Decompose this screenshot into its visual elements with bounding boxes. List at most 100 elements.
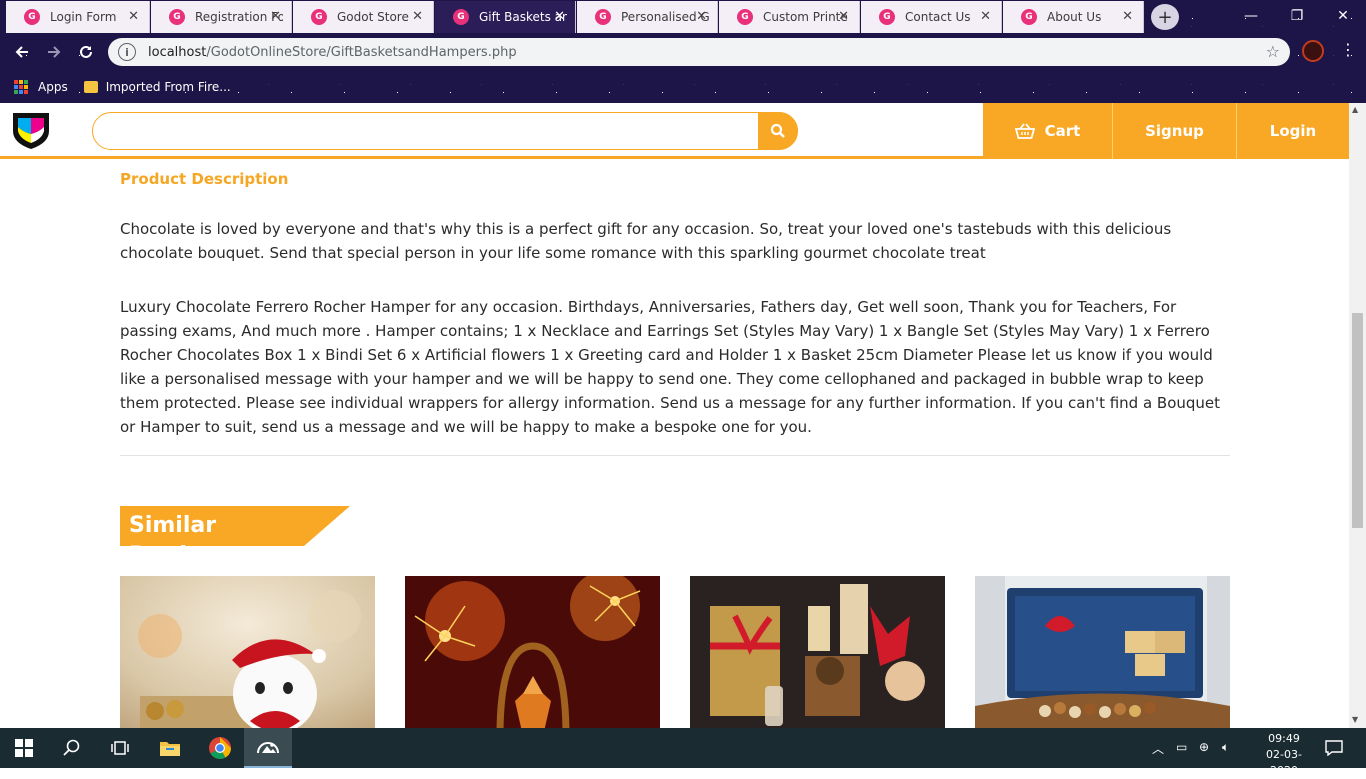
login-button[interactable]: Login: [1237, 103, 1349, 159]
bookmark-label: Imported From Fire...: [105, 79, 231, 94]
bookmark-label: Apps: [38, 79, 68, 94]
similar-products-banner: Similar Products: [120, 506, 350, 546]
tab-personalised-gifts[interactable]: G Personalised G ✕: [577, 1, 718, 33]
url-text: localhost/GodotOnlineStore/GiftBasketsan…: [148, 45, 517, 60]
product-details-paragraph: Luxury Chocolate Ferrero Rocher Hamper f…: [120, 298, 1221, 436]
cart-label: Cart: [1044, 122, 1081, 140]
site-info-icon[interactable]: i: [118, 43, 136, 61]
site-favicon-icon: G: [453, 9, 469, 25]
soan-papdi-dry-fruit-basket-image: [975, 576, 1230, 728]
battery-icon[interactable]: ▭: [1176, 740, 1187, 754]
godot-store-logo[interactable]: [10, 109, 52, 151]
bookmark-apps[interactable]: Apps: [14, 79, 68, 94]
tab-strip: G Login Form ✕ G Registration Fo ✕ G God…: [0, 0, 1366, 34]
back-arrow-icon[interactable]: [8, 38, 36, 66]
file-explorer-button[interactable]: [146, 728, 194, 768]
christmas-hamper-image: [690, 576, 945, 728]
url-path: /GodotOnlineStore/GiftBasketsandHampers.…: [206, 44, 517, 60]
basket-icon: [1014, 123, 1035, 139]
page-scrollbar[interactable]: ▲ ▼: [1349, 103, 1366, 728]
scroll-down-arrow-icon[interactable]: ▼: [1352, 715, 1358, 724]
browser-toolbar: i localhost/GodotOnlineStore/GiftBaskets…: [0, 34, 1366, 70]
tab-close-icon[interactable]: ✕: [554, 9, 565, 24]
bookmarks-bar: Apps Imported From Fire...: [0, 70, 1366, 103]
notification-icon: [1325, 740, 1343, 756]
clock-date: 02-03-2020: [1266, 748, 1302, 777]
site-favicon-icon: G: [24, 9, 40, 25]
close-window-button[interactable]: ✕: [1320, 0, 1366, 32]
tab-close-icon[interactable]: ✕: [838, 9, 849, 24]
tab-close-icon[interactable]: ✕: [980, 9, 991, 24]
tab-gift-baskets[interactable]: G Gift Baskets an ✕: [435, 1, 576, 33]
scroll-up-arrow-icon[interactable]: ▲: [1352, 105, 1358, 114]
minimize-button[interactable]: —: [1228, 0, 1274, 32]
search-button[interactable]: [758, 111, 798, 150]
sparkler-gift-basket-image: [405, 576, 660, 728]
tab-custom-printed[interactable]: G Custom Printe ✕: [719, 1, 860, 33]
cart-button[interactable]: Cart: [983, 103, 1113, 159]
task-view-button[interactable]: [96, 728, 144, 768]
system-clock[interactable]: 09:49 02-03-2020: [1262, 731, 1306, 779]
tab-title: Login Form: [50, 10, 117, 24]
reload-icon[interactable]: [72, 38, 100, 66]
tab-registration-form[interactable]: G Registration Fo ✕: [151, 1, 292, 33]
signup-label: Signup: [1145, 122, 1204, 140]
site-nav: Cart Signup Login: [983, 103, 1349, 159]
restore-button[interactable]: ❐: [1274, 0, 1320, 32]
action-center-button[interactable]: [1310, 728, 1358, 768]
search-icon: [63, 739, 80, 756]
volume-icon[interactable]: 🔈︎: [1222, 740, 1229, 755]
site-header: Cart Signup Login: [0, 103, 1349, 159]
site-favicon-icon: G: [879, 9, 895, 25]
chrome-icon: [209, 737, 231, 759]
signup-button[interactable]: Signup: [1113, 103, 1237, 159]
login-label: Login: [1269, 122, 1317, 140]
similar-product-card-2[interactable]: [405, 576, 660, 728]
scrollbar-thumb[interactable]: [1352, 313, 1363, 528]
tab-close-icon[interactable]: ✕: [696, 9, 707, 24]
url-host: localhost: [148, 44, 207, 60]
product-search-input[interactable]: [92, 111, 798, 150]
apps-grid-icon: [14, 79, 28, 94]
similar-product-card-1[interactable]: [120, 576, 375, 728]
site-favicon-icon: G: [311, 9, 327, 25]
forward-arrow-icon[interactable]: [40, 38, 68, 66]
site-favicon-icon: G: [169, 9, 185, 25]
task-view-icon: [111, 741, 129, 755]
browser-chrome: G Login Form ✕ G Registration Fo ✕ G God…: [0, 0, 1366, 103]
new-tab-button[interactable]: +: [1151, 4, 1179, 30]
file-explorer-icon: [160, 742, 180, 756]
section-divider: [120, 455, 1230, 456]
windows-start-button[interactable]: [0, 728, 48, 768]
profile-avatar[interactable]: [1302, 40, 1324, 62]
tab-contact-us[interactable]: G Contact Us ✕: [861, 1, 1002, 33]
site-favicon-icon: G: [737, 9, 753, 25]
tab-close-icon[interactable]: ✕: [128, 9, 139, 24]
browser-menu-icon[interactable]: ⋮: [1340, 40, 1356, 59]
chrome-taskbar-button[interactable]: [196, 728, 244, 768]
show-hidden-icons-chevron-icon[interactable]: ︿: [1152, 740, 1164, 757]
similar-product-card-3[interactable]: [690, 576, 945, 728]
similar-product-card-4[interactable]: [975, 576, 1230, 728]
tab-close-icon[interactable]: ✕: [270, 9, 281, 24]
clock-time: 09:49: [1268, 732, 1300, 745]
windows-logo-icon: [15, 739, 33, 757]
address-bar[interactable]: i localhost/GodotOnlineStore/GiftBaskets…: [108, 38, 1290, 66]
tab-godot-store[interactable]: G Godot Store ✕: [293, 1, 434, 33]
network-globe-icon[interactable]: ⊕: [1199, 740, 1209, 754]
bookmark-imported-folder[interactable]: Imported From Fire...: [83, 79, 231, 94]
photos-taskbar-button[interactable]: [244, 728, 292, 768]
tab-close-icon[interactable]: ✕: [1122, 9, 1133, 24]
search-icon: [770, 123, 785, 138]
tab-about-us[interactable]: G About Us ✕: [1003, 1, 1144, 33]
product-description-paragraph: Chocolate is loved by everyone and that'…: [120, 220, 1172, 262]
teddy-chocolate-gift-image: [120, 576, 375, 728]
similar-products-heading: Similar Products: [129, 513, 239, 546]
windows-taskbar: ︿ ▭ ⊕ 🔈︎ 09:49 02-03-2020: [0, 728, 1366, 777]
tab-login-form[interactable]: G Login Form ✕: [6, 1, 150, 33]
bookmark-star-icon[interactable]: ☆: [1266, 42, 1280, 61]
site-favicon-icon: G: [595, 9, 611, 25]
product-description-heading: Product Description: [120, 170, 289, 188]
search-taskbar-button[interactable]: [48, 728, 96, 768]
tab-close-icon[interactable]: ✕: [412, 9, 423, 24]
